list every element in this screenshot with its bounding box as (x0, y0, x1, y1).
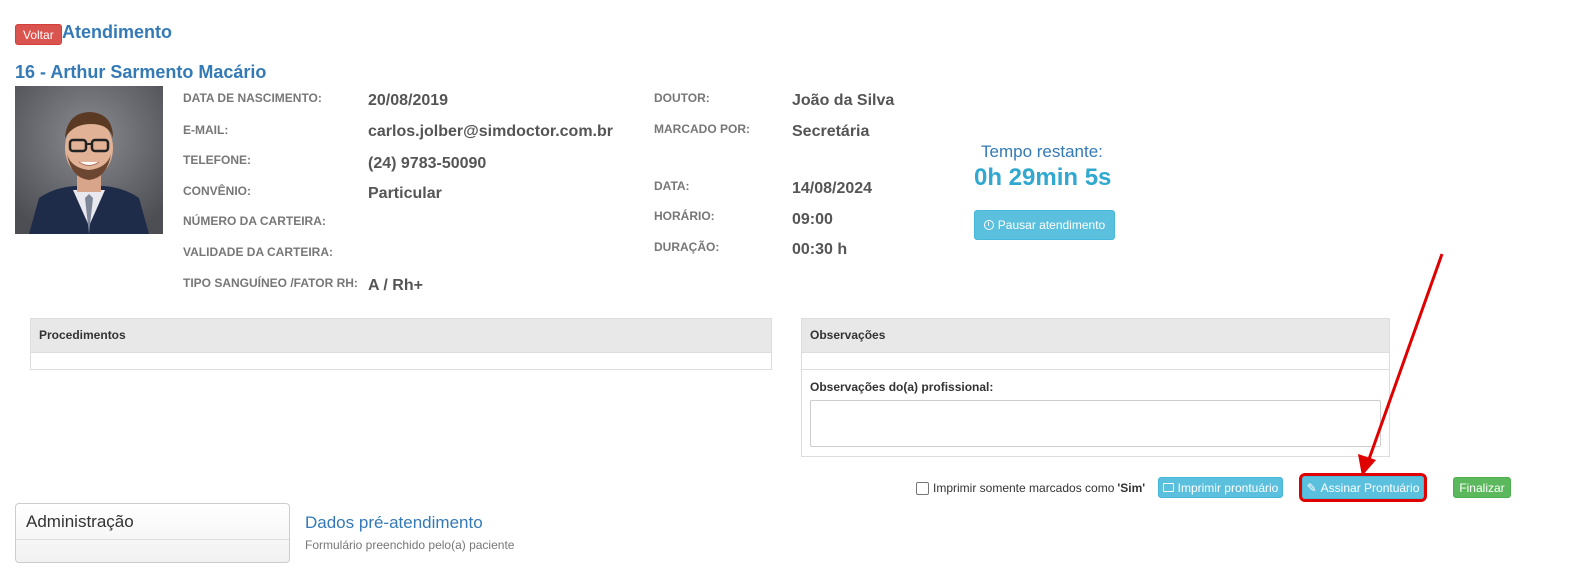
label-email: E-MAIL: (183, 123, 229, 137)
pre-attendance-subtitle: Formulário preenchido pelo(a) paciente (305, 538, 515, 552)
pause-attendance-label: Pausar atendimento (997, 218, 1106, 232)
patient-photo (15, 86, 163, 234)
print-marked-only-option[interactable]: Imprimir somente marcados como 'Sim' (916, 481, 1145, 495)
procedures-panel: Procedimentos (30, 318, 772, 370)
label-doctor: DOUTOR: (654, 91, 710, 105)
finish-label: Finalizar (1459, 480, 1505, 495)
admin-sidebar: Administração (15, 503, 290, 563)
value-doctor: João da Silva (792, 92, 895, 109)
patient-name: 16 - Arthur Sarmento Macário (15, 62, 267, 82)
remaining-time-label: Tempo restante: (981, 142, 1103, 161)
print-marked-only-value: 'Sim' (1117, 481, 1146, 495)
label-birthdate: DATA DE NASCIMENTO: (183, 91, 322, 105)
pencil-icon: ✎ (1306, 480, 1317, 495)
procedures-panel-title: Procedimentos (31, 319, 771, 353)
professional-observations-label: Observações do(a) profissional: (810, 380, 994, 394)
remaining-time-value: 0h 29min 5s (974, 164, 1112, 191)
label-insurance: CONVÊNIO: (183, 184, 252, 198)
value-blood-type: A / Rh+ (368, 277, 423, 294)
label-time: HORÁRIO: (654, 209, 715, 223)
procedures-empty-row (31, 353, 771, 370)
print-record-button[interactable]: Imprimir prontuário (1158, 477, 1283, 498)
label-date: DATA: (654, 179, 690, 193)
value-date: 14/08/2024 (792, 180, 873, 197)
value-phone: (24) 9783-50090 (368, 155, 487, 172)
printer-icon (1162, 483, 1174, 492)
value-email: carlos.jolber@simdoctor.com.br (368, 123, 613, 140)
value-birthdate: 20/08/2019 (368, 92, 449, 109)
value-insurance: Particular (368, 185, 442, 202)
label-duration: DURAÇÃO: (654, 240, 720, 254)
value-duration: 00:30 h (792, 241, 848, 258)
label-scheduled-by: MARCADO POR: (654, 122, 750, 136)
professional-observations-textarea[interactable] (810, 400, 1381, 447)
print-record-label: Imprimir prontuário (1177, 480, 1279, 495)
value-time: 09:00 (792, 211, 833, 228)
observations-panel-title: Observações (802, 319, 1389, 353)
page-title: Atendimento (62, 22, 172, 42)
avatar-image (15, 86, 163, 234)
print-marked-only-label: Imprimir somente marcados como (933, 481, 1115, 495)
admin-sidebar-title[interactable]: Administração (16, 504, 289, 540)
pause-attendance-button[interactable]: Pausar atendimento (974, 210, 1115, 240)
sign-record-label: Assinar Prontuário (1320, 480, 1420, 495)
pre-attendance-title[interactable]: Dados pré-atendimento (305, 513, 483, 533)
annotation-arrow (1358, 253, 1444, 476)
label-card-number: NÚMERO DA CARTEIRA: (183, 214, 326, 228)
finish-button[interactable]: Finalizar (1453, 477, 1511, 498)
label-blood-type: TIPO SANGUÍNEO /FATOR RH: (183, 276, 358, 290)
print-marked-only-checkbox[interactable] (916, 481, 929, 495)
label-card-validity: VALIDADE DA CARTEIRA: (183, 245, 333, 259)
label-phone: TELEFONE: (183, 153, 251, 167)
clock-icon (983, 220, 994, 230)
value-scheduled-by: Secretária (792, 123, 870, 140)
observations-empty-row (802, 353, 1389, 370)
observations-panel: Observações Observações do(a) profission… (801, 318, 1390, 457)
back-button[interactable]: Voltar (15, 24, 62, 45)
